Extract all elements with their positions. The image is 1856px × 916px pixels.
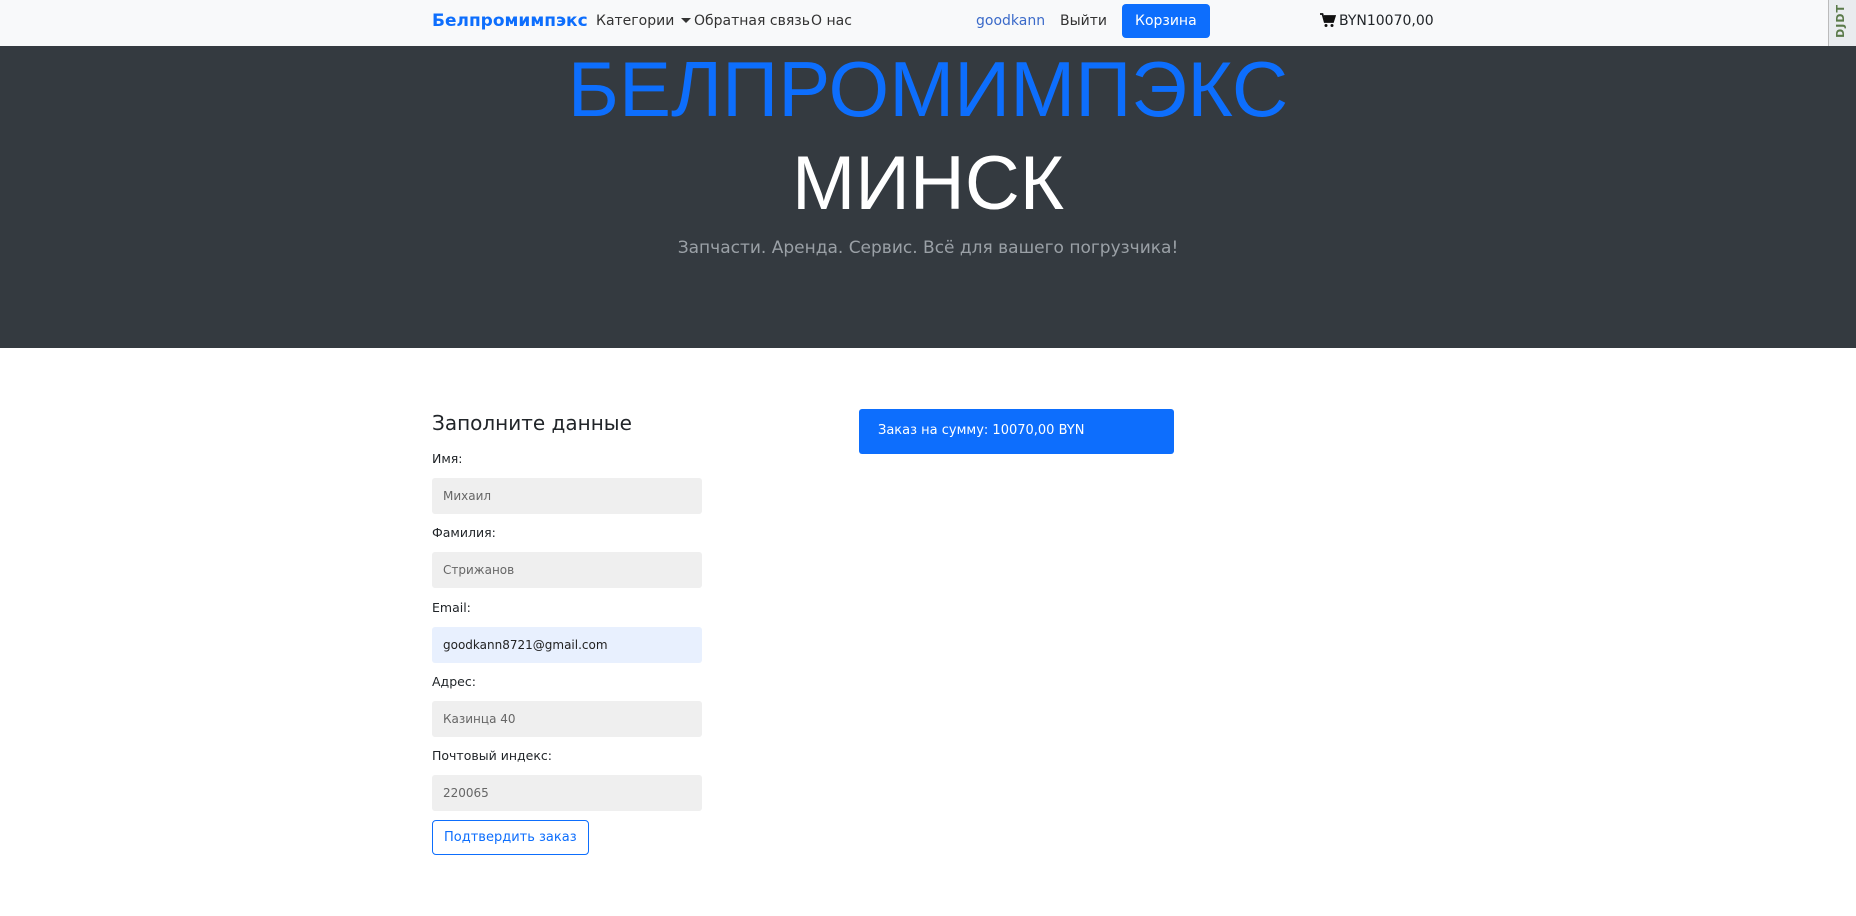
confirm-order-button[interactable]: Подтвердить заказ [432,820,589,855]
email-field[interactable] [432,627,702,663]
nav-categories-dropdown[interactable]: Категории [596,13,692,29]
cart-button[interactable]: Корзина [1122,4,1210,38]
hero-tagline: Запчасти. Аренда. Сервис. Всё для вашего… [677,238,1179,258]
last-name-label: Фамилия: [432,525,496,540]
navbar-container: Белпромимпэкс Категории Обратная связь О… [432,0,1434,46]
debug-toolbar-label: DJDT [1834,4,1847,38]
first-name-field[interactable] [432,478,702,514]
first-name-label: Имя: [432,451,463,466]
hero-city: МИНСК [792,141,1064,226]
hero-banner: БЕЛПРОМИМПЭКС МИНСК Запчасти. Аренда. Се… [0,46,1856,348]
brand-link[interactable]: Белпромимпэкс [432,11,588,31]
email-label: Email: [432,600,471,615]
postal-code-field[interactable] [432,775,702,811]
form-title: Заполните данные [432,411,632,435]
cart-total-link[interactable]: BYN10070,00 [1320,13,1434,29]
navbar: Белпромимпэкс Категории Обратная связь О… [0,0,1856,46]
nav-user-link[interactable]: goodkann [976,13,1045,29]
nav-logout-link[interactable]: Выйти [1060,13,1107,29]
nav-about-link[interactable]: О нас [811,13,852,29]
address-label: Адрес: [432,674,476,689]
cart-total-amount: BYN10070,00 [1339,13,1434,29]
order-summary: Заказ на сумму: 10070,00 BYN [859,409,1174,454]
nav-categories-label: Категории [596,13,675,29]
nav-feedback-link[interactable]: Обратная связь [694,13,810,29]
address-field[interactable] [432,701,702,737]
shopping-cart-icon [1320,13,1337,27]
hero-title: БЕЛПРОМИМПЭКС [567,46,1289,133]
postal-code-label: Почтовый индекс: [432,748,552,763]
chevron-down-icon [681,18,692,23]
last-name-field[interactable] [432,552,702,588]
